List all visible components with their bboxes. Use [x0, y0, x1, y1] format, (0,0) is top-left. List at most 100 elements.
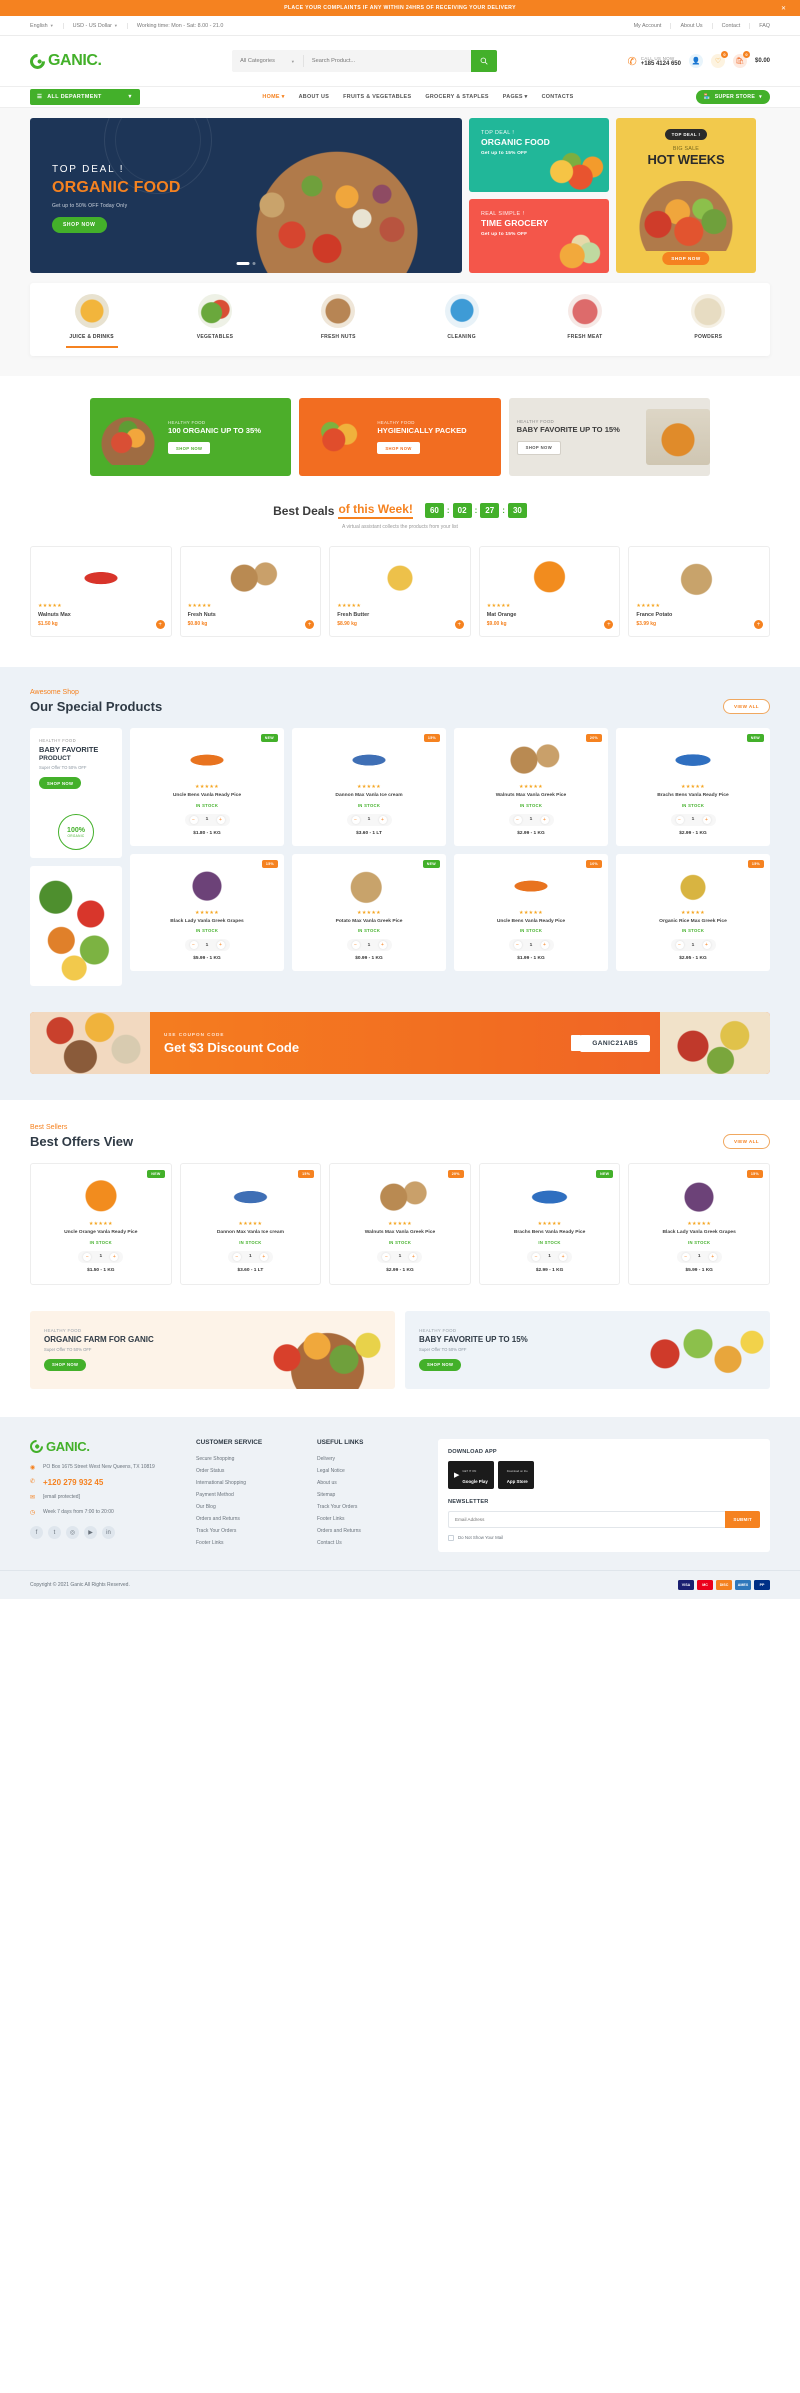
footer-link[interactable]: Orders and Returns	[196, 1516, 301, 1522]
product-card[interactable]: NEW ★★★★★ Brachs Bens Vanla Ready Pice IN S…	[478, 1163, 621, 1285]
hero-mini-banner-1[interactable]: TOP DEAL ! ORGANIC FOOD Get up to 15% OF…	[469, 118, 609, 192]
qty-increase-button[interactable]: +	[540, 941, 549, 950]
qty-increase-button[interactable]: +	[259, 1252, 268, 1261]
promo-card-organic[interactable]: HEALTHY FOOD 100 ORGANIC UP TO 35% SHOP …	[90, 398, 292, 476]
qty-increase-button[interactable]: +	[708, 1252, 717, 1261]
qty-decrease-button[interactable]: −	[382, 1252, 391, 1261]
footer-link[interactable]: Payment Method	[196, 1492, 301, 1498]
footer-link[interactable]: Orders and Returns	[317, 1528, 422, 1534]
product-card[interactable]: NEW ★★★★★ Uncle Orange Vanla Ready Pice IN …	[30, 1163, 172, 1285]
footer-logo[interactable]: GANIC.	[27, 1436, 180, 1456]
quantity-stepper[interactable]: − 1 +	[670, 939, 716, 952]
qty-decrease-button[interactable]: −	[681, 1252, 690, 1261]
newsletter-submit-button[interactable]: SUBMIT	[725, 1510, 760, 1528]
qty-increase-button[interactable]: +	[110, 1252, 119, 1261]
linkedin-icon[interactable]: in	[102, 1526, 115, 1540]
qty-increase-button[interactable]: +	[559, 1252, 568, 1261]
hero-main-banner[interactable]: TOP DEAL ! ORGANIC FOOD Get up to 50% OF…	[30, 118, 462, 273]
footer-link[interactable]: Footer Links	[317, 1516, 422, 1522]
quantity-stepper[interactable]: − 1 +	[346, 939, 392, 952]
qty-increase-button[interactable]: +	[540, 815, 549, 824]
side-promo-shop-now-button[interactable]: SHOP NOW	[39, 777, 82, 790]
qty-decrease-button[interactable]: −	[675, 941, 684, 950]
banner-shop-now-button[interactable]: SHOP NOW	[419, 1358, 462, 1371]
deal-card[interactable]: ★★★★★ Mat Orange $9.00 kg +	[478, 546, 621, 637]
qty-increase-button[interactable]: +	[409, 1252, 418, 1261]
quantity-stepper[interactable]: − 1 +	[227, 1250, 273, 1263]
promo-card-hygienic[interactable]: HEALTHY FOOD HYGIENICALLY PACKED SHOP NO…	[299, 398, 501, 476]
bottom-banner-organic-farm[interactable]: HEALTHY FOOD ORGANIC FARM FOR GANIC Supe…	[30, 1310, 395, 1389]
banner-shop-now-button[interactable]: SHOP NOW	[44, 1358, 87, 1371]
deal-card[interactable]: ★★★★★ Walnuts Max $1.50 kg +	[30, 546, 172, 637]
link-about-us[interactable]: About Us	[671, 22, 713, 29]
qty-increase-button[interactable]: +	[702, 815, 711, 824]
product-card[interactable]: NEW ★★★★★ Potato Max Vanla Greek Pice IN ST…	[292, 853, 446, 972]
deal-card[interactable]: ★★★★★ Fresh Butter $8.90 kg +	[329, 546, 471, 637]
carousel-dot[interactable]	[252, 262, 256, 265]
footer-link[interactable]: About us	[317, 1480, 422, 1486]
product-card[interactable]: 15% ★★★★★ Dannon Max Vanla Ice cream IN STO…	[179, 1163, 322, 1285]
hero-mini-banner-2[interactable]: REAL SIMPLE ! TIME GROCERY Get up to 15%…	[469, 199, 609, 273]
quantity-stepper[interactable]: − 1 +	[508, 939, 554, 952]
quantity-stepper[interactable]: − 1 +	[78, 1250, 124, 1263]
product-card[interactable]: 20% ★★★★★ Walnuts Max Vanla Greek Pice IN S…	[454, 728, 608, 846]
all-department-button[interactable]: ☰ ALL DEPARTMENT ▼	[30, 89, 140, 105]
nav-contacts[interactable]: CONTACTS	[542, 94, 574, 100]
qty-increase-button[interactable]: +	[378, 941, 387, 950]
footer-link[interactable]: International Shopping	[196, 1480, 301, 1486]
qty-decrease-button[interactable]: −	[513, 815, 522, 824]
quantity-stepper[interactable]: − 1 +	[508, 813, 554, 826]
promo-shop-now-button[interactable]: SHOP NOW	[168, 442, 211, 455]
carousel-dot-active[interactable]	[236, 262, 250, 265]
add-to-cart-button[interactable]: +	[604, 620, 614, 629]
promo-card-baby[interactable]: HEALTHY FOOD BABY FAVORITE UP TO 15% SHO…	[508, 398, 710, 476]
footer-link[interactable]: Our Blog	[196, 1504, 301, 1510]
qty-increase-button[interactable]: +	[378, 815, 387, 824]
coupon-code[interactable]: GANIC21AB5	[580, 1034, 650, 1052]
nav-grocery-staples[interactable]: GROCERY & STAPLES	[425, 94, 488, 100]
account-button[interactable]: 👤	[688, 54, 703, 68]
quantity-stepper[interactable]: − 1 +	[676, 1250, 722, 1263]
instagram-icon[interactable]: ◎	[66, 1526, 79, 1540]
quantity-stepper[interactable]: − 1 +	[346, 813, 392, 826]
qty-decrease-button[interactable]: −	[675, 815, 684, 824]
footer-phone[interactable]: ✆ +120 279 932 45	[30, 1478, 180, 1487]
cart-button[interactable]: 🛍 0	[732, 51, 750, 68]
footer-link[interactable]: Track Your Orders	[317, 1504, 422, 1510]
deal-card[interactable]: ★★★★★ Fresh Nuts $0.80 kg +	[179, 546, 322, 637]
deal-card[interactable]: ★★★★★ France Potato $3.99 kg +	[628, 546, 770, 637]
product-card[interactable]: 15% ★★★★★ Organic Rice Max Greek Pice IN ST…	[616, 853, 770, 972]
nav-home[interactable]: HOME ▾	[262, 94, 284, 100]
qty-decrease-button[interactable]: −	[351, 941, 360, 950]
qty-increase-button[interactable]: +	[216, 941, 225, 950]
newsletter-checkbox[interactable]	[448, 1534, 454, 1541]
google-play-button[interactable]: ▶ GET IT ON Google Play	[448, 1460, 494, 1489]
quantity-stepper[interactable]: − 1 +	[184, 939, 230, 952]
hero-shop-now-button[interactable]: SHOP NOW	[52, 217, 107, 233]
link-my-account[interactable]: My Account	[634, 22, 672, 29]
language-selector[interactable]: English ▼	[30, 22, 64, 29]
nav-fruits-vegetables[interactable]: FRUITS & VEGETABLES	[343, 94, 411, 100]
special-view-all-button[interactable]: VIEW ALL	[723, 699, 770, 714]
nav-about-us[interactable]: ABOUT US	[299, 94, 330, 100]
coupon-code-block[interactable]: GANIC21AB5	[571, 1034, 650, 1052]
footer-link[interactable]: Delivery	[317, 1456, 422, 1462]
add-to-cart-button[interactable]: +	[305, 620, 315, 629]
footer-link[interactable]: Footer Links	[196, 1540, 301, 1546]
quantity-stepper[interactable]: − 1 +	[377, 1250, 423, 1263]
wishlist-button[interactable]: ♡ 0	[710, 51, 728, 68]
quantity-stepper[interactable]: − 1 +	[527, 1250, 573, 1263]
product-card[interactable]: 20% ★★★★★ Walnuts Max Vanla Greek Pice IN S…	[329, 1163, 471, 1285]
category-vegetables[interactable]: VEGETABLES	[175, 294, 255, 348]
category-cleaning[interactable]: CLEANING	[422, 294, 502, 348]
search-category-select[interactable]: All Categories ▼	[232, 55, 304, 67]
footer-link[interactable]: Order Status	[196, 1468, 301, 1474]
footer-link[interactable]: Contact Us	[317, 1540, 422, 1546]
quantity-stepper[interactable]: − 1 +	[670, 813, 716, 826]
bottom-banner-baby-favorite[interactable]: HEALTHY FOOD BABY FAVORITE UP TO 15% Sup…	[405, 1310, 770, 1389]
nav-pages[interactable]: PAGES ▾	[503, 94, 528, 100]
currency-selector[interactable]: USD - US Dollar ▼	[64, 22, 128, 29]
super-store-button[interactable]: 🏪 SUPER STORE ▾	[695, 90, 770, 104]
footer-email[interactable]: ✉ [email protected]	[30, 1494, 180, 1502]
add-to-cart-button[interactable]: +	[155, 620, 165, 629]
